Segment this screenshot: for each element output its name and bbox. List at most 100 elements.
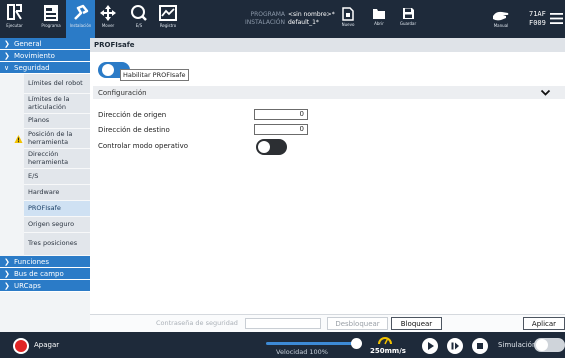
sidebar-item-general[interactable]: ❯ General xyxy=(0,38,90,50)
program-tab-label: Programa xyxy=(41,23,61,28)
apply-button[interactable]: Aplicar xyxy=(523,317,565,330)
password-input[interactable] xyxy=(245,318,321,329)
sidebar-item-urcaps[interactable]: ❯ URCaps xyxy=(0,280,90,292)
sidebar-subitem-limites-robot[interactable]: Límites del robot xyxy=(24,74,90,94)
power-label: Apagar xyxy=(34,341,60,349)
operating-mode-toggle[interactable] xyxy=(256,139,287,155)
chevron-right-icon: ❯ xyxy=(4,269,10,278)
open-button-label: Abrir xyxy=(374,21,384,26)
simulation-toggle[interactable] xyxy=(534,338,565,352)
new-button[interactable]: Nuevo xyxy=(340,0,356,38)
sidebar-subitem-label: Posición de la herramienta xyxy=(28,130,73,146)
configuration-label: Configuración xyxy=(98,88,147,97)
program-info: PROGRAMA <sin nombre>* INSTALACIÓN default… xyxy=(243,11,335,27)
sidebar-subitem-origen-seguro[interactable]: Origen seguro xyxy=(24,217,90,233)
source-address-label: Dirección de origen xyxy=(98,111,167,119)
chevron-right-icon: ❯ xyxy=(4,257,10,266)
chevron-down-icon: ∨ xyxy=(4,63,10,72)
operating-mode-label: Controlar modo operativo xyxy=(98,142,189,150)
sidebar-item-seguridad[interactable]: ∨ Seguridad xyxy=(0,62,90,74)
move-tab[interactable]: Mover xyxy=(99,0,117,38)
save-button[interactable]: Guardar xyxy=(398,0,418,38)
log-icon xyxy=(159,5,177,21)
tcp-speed-value: 250mm/s xyxy=(370,347,406,355)
save-button-label: Guardar xyxy=(399,21,417,26)
destination-address-input[interactable]: 0 xyxy=(254,124,308,135)
warning-icon xyxy=(14,134,23,143)
toggle-knob xyxy=(536,339,548,351)
sidebar-subitem-tres-posiciones[interactable]: Tres posiciones xyxy=(24,233,90,256)
source-address-input[interactable]: 0 xyxy=(254,109,308,120)
mode-label: Manual xyxy=(493,23,509,28)
status-line-2: F009 xyxy=(529,19,546,27)
speed-slider-track[interactable] xyxy=(266,342,358,345)
sidebar-item-label: General xyxy=(14,39,42,48)
program-icon xyxy=(44,5,58,21)
step-button[interactable] xyxy=(447,338,463,354)
sidebar-subitem-label: Hardware xyxy=(28,187,60,196)
io-tab[interactable]: E/S xyxy=(130,0,148,38)
power-button[interactable] xyxy=(13,338,29,354)
open-button[interactable]: Abrir xyxy=(371,0,387,38)
sidebar-subitem-direccion-herramienta[interactable]: Dirección herramienta xyxy=(24,149,90,169)
program-key: PROGRAMA xyxy=(250,11,285,18)
sidebar-subitem-label: Dirección herramienta xyxy=(28,150,69,166)
lock-button[interactable]: Bloquear xyxy=(391,317,442,330)
sidebar-subitem-limites-articulacion[interactable]: Límites de la articulación xyxy=(24,94,90,114)
installation-tab[interactable]: Instalación xyxy=(66,0,95,38)
installation-icon xyxy=(73,4,88,20)
sidebar-subitem-label: Tres posiciones xyxy=(28,239,78,248)
configuration-section-header[interactable]: Configuración xyxy=(93,86,565,99)
sidebar-subitem-posicion-herramienta[interactable]: Posición de la herramienta xyxy=(14,129,90,149)
new-button-label: Nuevo xyxy=(341,22,355,27)
enable-profisafe-label: Habilitar PROFIsafe xyxy=(120,69,189,81)
stop-button[interactable] xyxy=(472,338,488,354)
play-icon xyxy=(428,342,434,350)
chevron-down-icon[interactable] xyxy=(540,87,551,98)
stop-icon xyxy=(477,343,483,349)
sidebar-item-movimiento[interactable]: ❯ Movimiento xyxy=(0,50,90,62)
unlock-button[interactable]: Desbloquear xyxy=(327,317,388,330)
sidebar-subitem-profisafe[interactable]: PROFIsafe xyxy=(24,201,90,217)
hamburger-menu-icon[interactable] xyxy=(550,13,563,24)
hand-icon xyxy=(493,11,509,21)
speed-label: Velocidad 100% xyxy=(276,348,328,356)
sidebar-item-label: Funciones xyxy=(14,257,49,266)
sidebar-subitem-label: E/S xyxy=(28,171,39,180)
play-button[interactable] xyxy=(422,338,438,354)
new-file-icon xyxy=(342,7,354,21)
sidebar: ❯ General ❯ Movimiento ∨ Seguridad Límit… xyxy=(0,38,90,332)
installation-key: INSTALACIÓN xyxy=(244,19,285,26)
program-tab[interactable]: Programa xyxy=(36,0,66,38)
sidebar-item-label: Movimiento xyxy=(14,51,55,60)
sidebar-subitem-label: Planos xyxy=(28,116,50,125)
simulation-label: Simulación xyxy=(498,341,537,349)
sidebar-subitem-hardware[interactable]: Hardware xyxy=(24,185,90,201)
sidebar-subitem-es[interactable]: E/S xyxy=(24,169,90,185)
step-icon xyxy=(451,342,459,350)
sidebar-subitem-label: Origen seguro xyxy=(28,219,75,228)
destination-address-label: Dirección de destino xyxy=(98,126,170,134)
password-label: Contraseña de seguridad xyxy=(156,319,238,327)
chevron-right-icon: ❯ xyxy=(4,39,10,48)
log-tab[interactable]: Registro xyxy=(156,0,180,38)
mode-button[interactable]: Manual xyxy=(490,0,512,38)
sidebar-item-label: URCaps xyxy=(14,281,41,290)
main-panel: PROFIsafe Habilitar PROFIsafe Configurac… xyxy=(90,38,565,332)
toggle-knob xyxy=(102,64,114,76)
page-title: PROFIsafe xyxy=(90,38,565,52)
log-tab-label: Registro xyxy=(159,23,177,28)
security-password-row: Contraseña de seguridad Desbloquear Bloq… xyxy=(90,314,565,332)
robot-logo-icon xyxy=(6,4,22,20)
sidebar-subitem-planos[interactable]: Planos xyxy=(24,114,90,129)
sidebar-item-bus-de-campo[interactable]: ❯ Bus de campo xyxy=(0,268,90,280)
run-tab[interactable]: Ejecutar xyxy=(4,0,25,38)
toggle-knob xyxy=(258,141,270,153)
sidebar-item-funciones[interactable]: ❯ Funciones xyxy=(0,256,90,268)
io-icon xyxy=(131,5,147,21)
sidebar-item-label: Bus de campo xyxy=(14,269,64,278)
chevron-right-icon: ❯ xyxy=(4,281,10,290)
speed-slider-handle[interactable] xyxy=(351,338,362,349)
sidebar-subitem-label: Límites de la articulación xyxy=(28,95,70,111)
status-line-1: 71AF xyxy=(529,10,546,18)
